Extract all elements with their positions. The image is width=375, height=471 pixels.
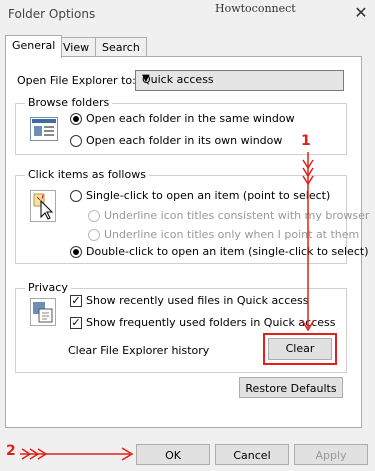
- annotation-arrows: [20, 152, 315, 461]
- annotation-number-2: 2: [6, 443, 16, 459]
- tab-general[interactable]: General: [5, 35, 63, 58]
